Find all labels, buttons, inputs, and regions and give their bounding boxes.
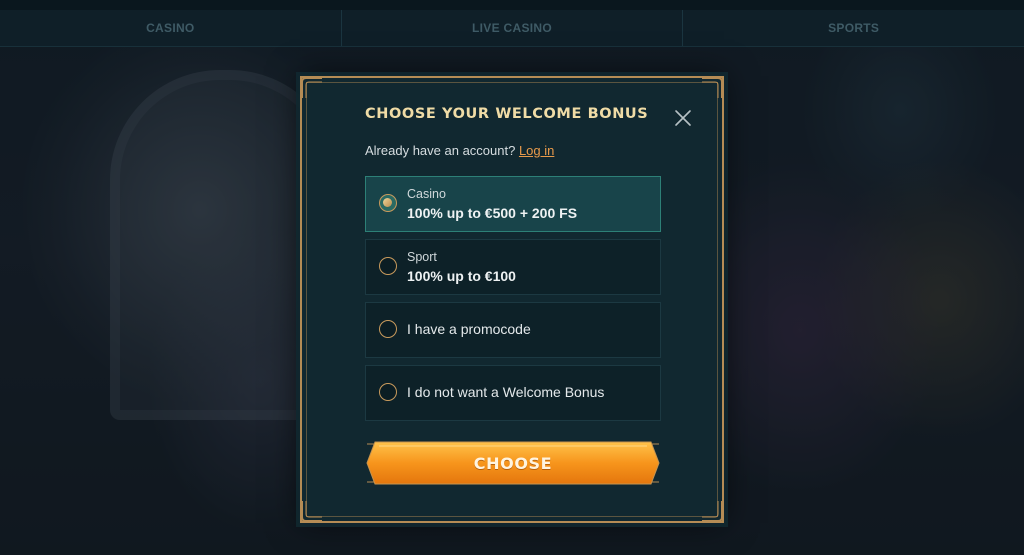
close-button[interactable]	[673, 108, 693, 128]
option-label: I do not want a Welcome Bonus	[407, 384, 605, 400]
option-offer: 100% up to €500 + 200 FS	[407, 205, 578, 221]
top-navigation: CASINO LIVE CASINO SPORTS	[0, 0, 1024, 47]
top-strip	[0, 0, 1024, 10]
welcome-bonus-modal: CHOOSE YOUR WELCOME BONUS Already have a…	[300, 76, 724, 523]
radio-unselected-icon[interactable]	[379, 383, 397, 401]
account-prompt-text: Already have an account?	[365, 143, 516, 158]
account-prompt-line: Already have an account? Log in	[365, 143, 554, 158]
corner-ornament-icon	[700, 499, 724, 523]
choose-button[interactable]: CHOOSE	[365, 440, 661, 486]
corner-ornament-icon	[700, 76, 724, 100]
option-offer: 100% up to €100	[407, 268, 516, 284]
choose-button-label: CHOOSE	[473, 453, 553, 473]
radio-unselected-icon[interactable]	[379, 320, 397, 338]
radio-unselected-icon[interactable]	[379, 257, 397, 275]
radio-selected-icon[interactable]	[379, 194, 397, 212]
bonus-option-promocode[interactable]: I have a promocode	[365, 302, 661, 358]
bonus-option-no-bonus[interactable]: I do not want a Welcome Bonus	[365, 365, 661, 421]
page: CASINO LIVE CASINO SPORTS CHOOSE YOUR WE…	[0, 0, 1024, 555]
bonus-option-sport[interactable]: Sport 100% up to €100	[365, 239, 661, 295]
option-label: I have a promocode	[407, 321, 531, 337]
option-category: Casino	[407, 187, 446, 201]
bonus-option-casino[interactable]: Casino 100% up to €500 + 200 FS	[365, 176, 661, 232]
corner-ornament-icon	[300, 76, 324, 100]
close-icon	[675, 110, 691, 126]
corner-ornament-icon	[300, 499, 324, 523]
login-link[interactable]: Log in	[519, 143, 554, 158]
option-category: Sport	[407, 250, 437, 264]
modal-title: CHOOSE YOUR WELCOME BONUS	[365, 106, 649, 122]
